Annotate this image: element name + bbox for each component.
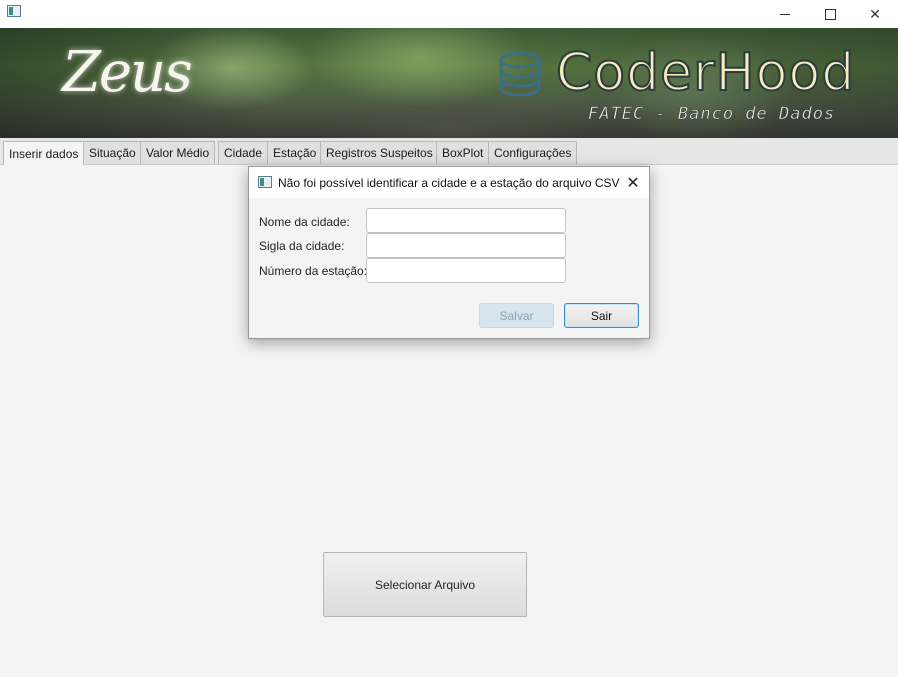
city-abbreviation-input[interactable] — [366, 233, 566, 258]
dialog-title: Não foi possível identificar a cidade e … — [278, 176, 620, 190]
tab-cidade[interactable]: Cidade — [218, 141, 269, 164]
app-icon — [7, 5, 21, 17]
city-station-dialog: Não foi possível identificar a cidade e … — [248, 166, 650, 339]
tab-bar: Inserir dados Situação Valor Médio Cidad… — [0, 138, 898, 165]
tab-configuracoes[interactable]: Configurações — [488, 141, 578, 164]
brand-name: CoderHood — [555, 42, 856, 104]
city-name-input[interactable] — [366, 208, 566, 233]
minimize-button[interactable] — [762, 0, 808, 28]
minimize-icon — [780, 13, 790, 15]
station-number-label: Número da estação: — [259, 264, 368, 278]
tab-boxplot[interactable]: BoxPlot — [436, 141, 490, 164]
save-button[interactable]: Salvar — [479, 303, 554, 328]
zeus-logo-text: Zeus — [62, 40, 193, 105]
window-title-bar: ✕ — [0, 0, 898, 28]
database-icon — [499, 51, 541, 97]
close-icon: ✕ — [869, 5, 881, 22]
maximize-button[interactable] — [807, 0, 853, 28]
tab-estacao[interactable]: Estação — [267, 141, 323, 164]
station-number-input[interactable] — [366, 258, 566, 283]
tab-valor-medio[interactable]: Valor Médio — [140, 141, 216, 164]
tab-registros-suspeitos[interactable]: Registros Suspeitos — [320, 141, 439, 164]
city-name-label: Nome da cidade: — [259, 215, 350, 229]
tab-situacao[interactable]: Situação — [83, 141, 142, 164]
dialog-app-icon — [258, 176, 272, 188]
exit-button[interactable]: Sair — [564, 303, 639, 328]
header-banner: Zeus CoderHood FATEC - Banco de Dados — [0, 28, 898, 138]
tab-inserir-dados[interactable]: Inserir dados — [3, 141, 85, 165]
dialog-title-bar: Não foi possível identificar a cidade e … — [249, 167, 649, 198]
dialog-close-button[interactable]: ✕ — [623, 173, 643, 193]
close-window-button[interactable]: ✕ — [852, 0, 898, 28]
maximize-icon — [824, 8, 836, 20]
close-icon: ✕ — [626, 175, 640, 192]
city-abbreviation-label: Sigla da cidade: — [259, 239, 345, 253]
brand-subtitle: FATEC - Banco de Dados — [588, 104, 836, 124]
select-file-button[interactable]: Selecionar Arquivo — [323, 552, 527, 617]
